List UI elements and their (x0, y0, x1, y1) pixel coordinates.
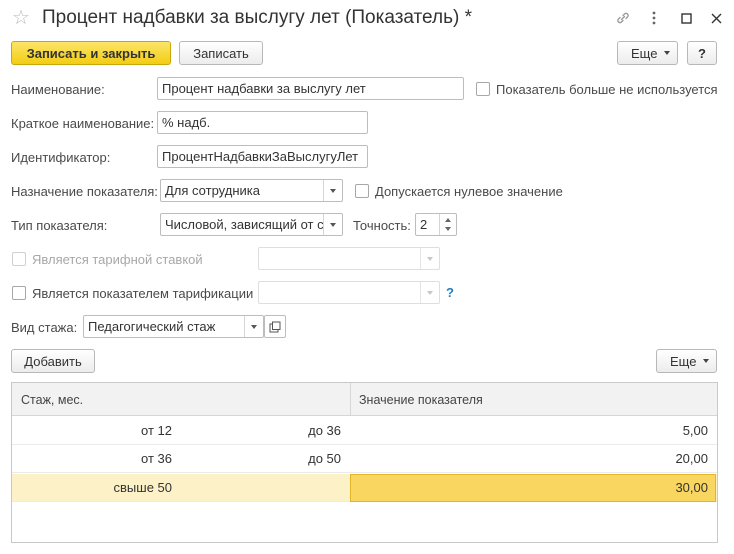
row-to: до 36 (308, 423, 341, 438)
window-title: Процент надбавки за выслугу лет (Показат… (42, 7, 472, 28)
purpose-dropdown-icon[interactable] (323, 180, 342, 201)
seniority-type-value: Педагогический стаж (88, 319, 216, 334)
save-and-close-button[interactable]: Записать и закрыть (11, 41, 171, 65)
seniority-type-select[interactable]: Педагогический стаж (83, 315, 264, 338)
precision-spinner[interactable] (439, 214, 456, 235)
tariff-rate-checkbox (12, 252, 26, 266)
purpose-label: Назначение показателя: (11, 184, 158, 199)
tariff-indicator-dropdown-icon[interactable] (420, 282, 439, 303)
more-actions-icon[interactable] (644, 8, 664, 28)
precision-label: Точность: (353, 218, 411, 233)
type-dropdown-icon[interactable] (323, 214, 342, 235)
row-value: 20,00 (675, 451, 708, 466)
favorite-star-icon[interactable]: ☆ (12, 8, 30, 28)
purpose-select[interactable]: Для сотрудника (160, 179, 343, 202)
row-value: 30,00 (675, 480, 708, 495)
unused-label: Показатель больше не используется (496, 82, 718, 97)
column-header-seniority[interactable]: Стаж, мес. (21, 393, 83, 407)
close-icon[interactable] (706, 8, 726, 28)
precision-field[interactable]: 2 (415, 213, 457, 236)
tariff-rate-dropdown-icon (420, 248, 439, 269)
selected-cell[interactable] (350, 474, 716, 502)
type-value: Числовой, зависящий от с (165, 217, 324, 232)
chevron-down-icon (664, 51, 671, 55)
table-more-label: Еще (670, 353, 697, 369)
more-button-label: Еще (631, 45, 658, 61)
chevron-down-icon (703, 359, 710, 363)
link-icon[interactable] (613, 8, 633, 28)
type-select[interactable]: Числовой, зависящий от с (160, 213, 343, 236)
save-button[interactable]: Записать (179, 41, 263, 65)
short-name-field[interactable]: % надб. (157, 111, 368, 134)
type-label: Тип показателя: (11, 218, 108, 233)
open-seniority-button[interactable] (264, 315, 286, 338)
zero-allowed-label: Допускается нулевое значение (375, 184, 563, 199)
tariff-indicator-label: Является показателем тарификации (32, 286, 254, 301)
name-label: Наименование: (11, 82, 105, 97)
row-to: до 50 (308, 451, 341, 466)
zero-allowed-checkbox[interactable] (355, 184, 369, 198)
spin-up-icon[interactable] (445, 218, 451, 222)
column-header-value[interactable]: Значение показателя (359, 393, 483, 407)
tariff-indicator-checkbox[interactable] (12, 286, 26, 300)
column-divider (350, 383, 351, 416)
identifier-field[interactable]: ПроцентНадбавкиЗаВыслугуЛет (157, 145, 368, 168)
add-row-button[interactable]: Добавить (11, 349, 95, 373)
row-from: от 12 (141, 423, 172, 438)
precision-value: 2 (420, 217, 428, 232)
seniority-type-dropdown-icon[interactable] (244, 316, 263, 337)
table-more-button[interactable]: Еще (656, 349, 717, 373)
table-row[interactable]: от 12 до 36 5,00 (12, 417, 717, 445)
identifier-label: Идентификатор: (11, 150, 111, 165)
table-row[interactable]: от 36 до 50 20,00 (12, 445, 717, 473)
help-button[interactable]: ? (687, 41, 717, 65)
row-value: 5,00 (682, 423, 708, 438)
table-header: Стаж, мес. Значение показателя (12, 383, 717, 416)
row-from: от 36 (141, 451, 172, 466)
short-name-label: Краткое наименование: (11, 116, 155, 131)
table-row-selected[interactable]: свыше 50 30,00 (12, 474, 717, 502)
tariff-indicator-select[interactable] (258, 281, 440, 304)
name-field[interactable]: Процент надбавки за выслугу лет (157, 77, 464, 100)
spin-down-icon[interactable] (445, 227, 451, 231)
row-from: свыше 50 (113, 480, 172, 495)
open-icon (269, 321, 281, 332)
help-question-icon[interactable]: ? (446, 285, 454, 300)
more-button[interactable]: Еще (617, 41, 678, 65)
maximize-icon[interactable] (676, 8, 696, 28)
seniority-type-label: Вид стажа: (11, 320, 78, 335)
seniority-table[interactable]: Стаж, мес. Значение показателя от 12 до … (11, 382, 718, 543)
tariff-rate-label: Является тарифной ставкой (32, 252, 203, 267)
purpose-value: Для сотрудника (165, 183, 260, 198)
unused-checkbox[interactable] (476, 82, 490, 96)
tariff-rate-select (258, 247, 440, 270)
